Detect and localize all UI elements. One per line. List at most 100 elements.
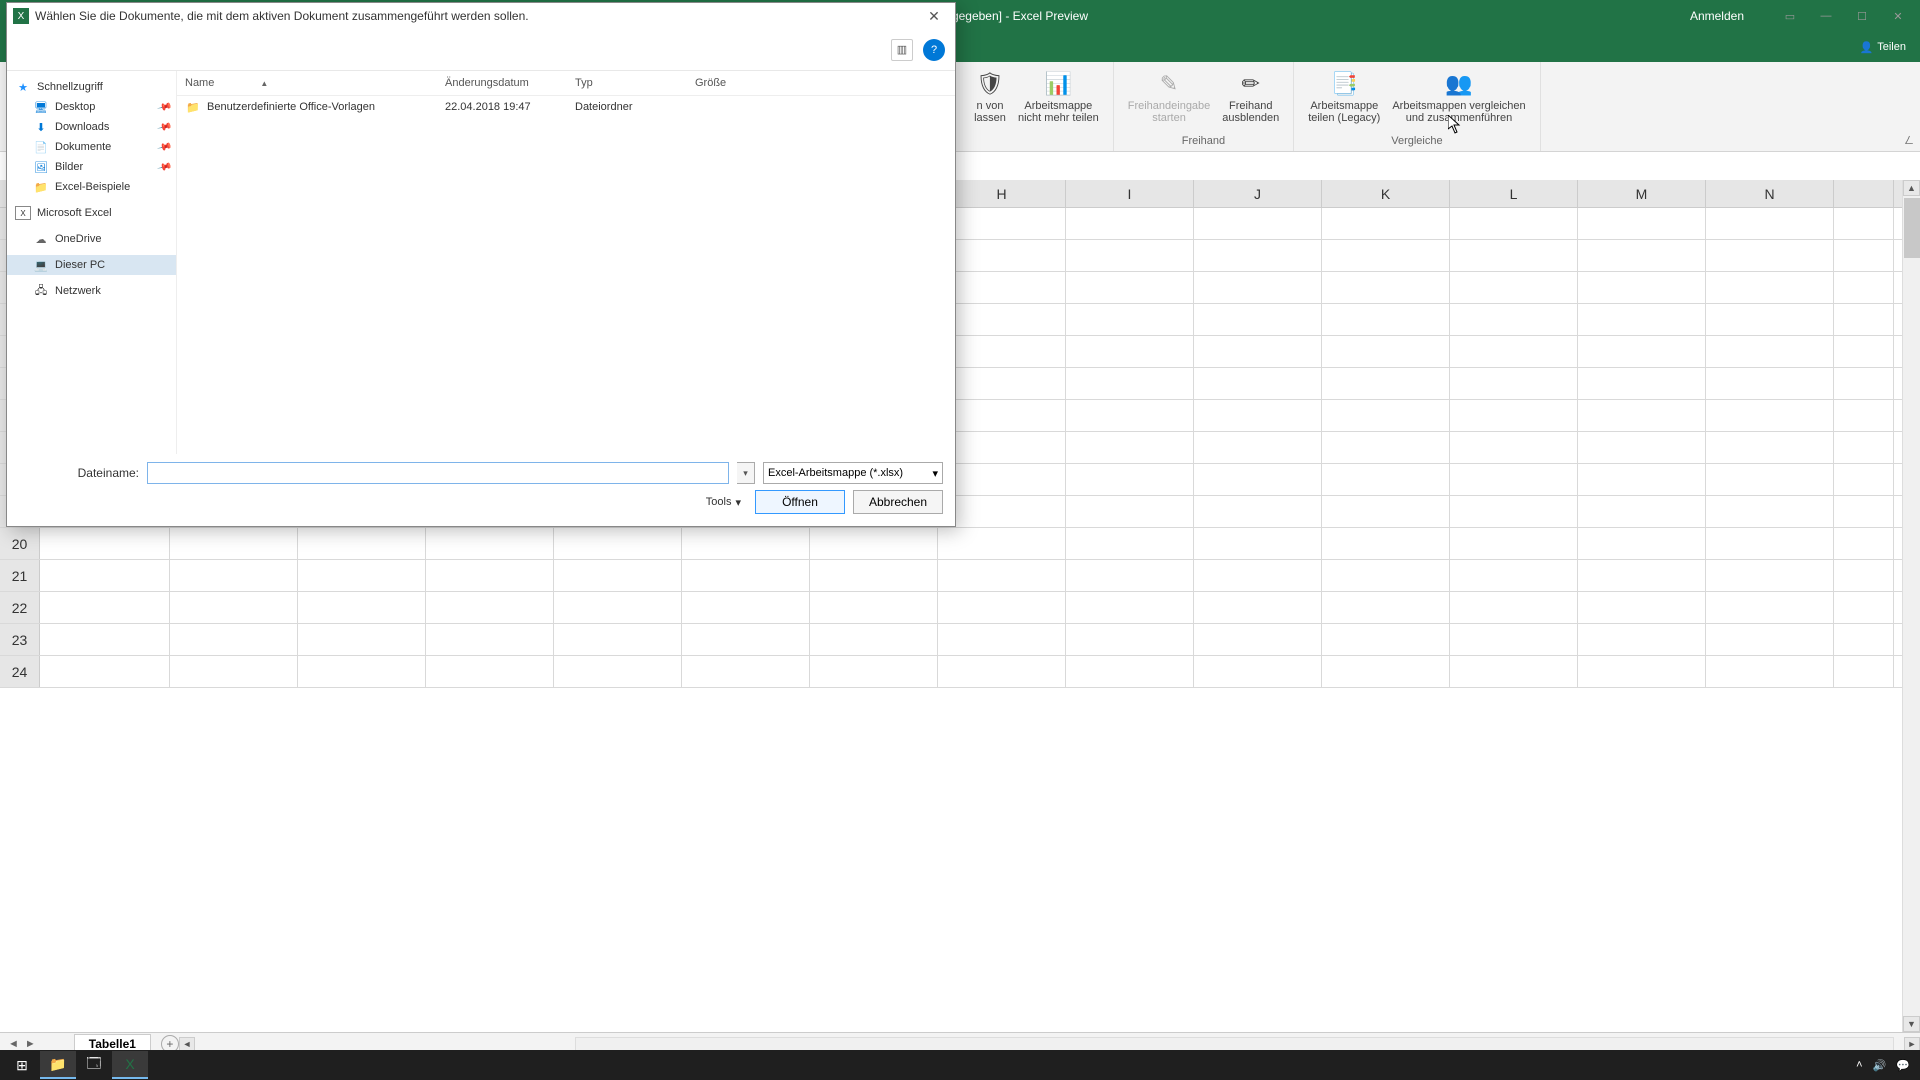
header-type[interactable]: Typ [575,77,695,89]
cell[interactable] [40,560,170,591]
cell[interactable] [938,464,1066,495]
taskbar-app[interactable]: 🗔 [76,1051,112,1079]
vertical-scrollbar[interactable]: ▲ ▼ [1902,180,1920,1032]
cell[interactable] [1450,624,1578,655]
cell[interactable] [1322,400,1450,431]
cell[interactable] [938,656,1066,687]
maximize-icon[interactable]: ☐ [1848,6,1876,26]
cell[interactable] [1066,624,1194,655]
cell[interactable] [1834,560,1894,591]
cell[interactable] [1322,208,1450,239]
cell[interactable] [1578,496,1706,527]
anmelden-link[interactable]: Anmelden [1690,9,1744,23]
cell[interactable] [1066,464,1194,495]
cell[interactable] [1834,400,1894,431]
cell[interactable] [1066,432,1194,463]
taskbar-explorer[interactable]: 📁 [40,1051,76,1079]
cell[interactable] [1322,432,1450,463]
scroll-up-icon[interactable]: ▲ [1903,180,1920,196]
header-name[interactable]: Name▲ [185,77,445,89]
cell[interactable] [938,496,1066,527]
cell[interactable] [1450,272,1578,303]
filename-input[interactable] [147,462,729,484]
cell[interactable] [938,240,1066,271]
tab-nav-next-icon[interactable]: ► [25,1038,36,1050]
cell[interactable] [1194,656,1322,687]
cell[interactable] [1450,368,1578,399]
cell[interactable] [938,432,1066,463]
cell[interactable] [938,592,1066,623]
cell[interactable] [1322,592,1450,623]
cell[interactable] [1450,592,1578,623]
cell[interactable] [1450,336,1578,367]
cell[interactable] [682,528,810,559]
cell[interactable] [170,656,298,687]
cell[interactable] [1578,272,1706,303]
cancel-button[interactable]: Abbrechen [853,490,943,514]
cell[interactable] [938,400,1066,431]
hscroll-right-icon[interactable]: ► [1904,1037,1920,1051]
cell[interactable] [1066,560,1194,591]
cell[interactable] [1706,368,1834,399]
cell[interactable] [1450,656,1578,687]
cell[interactable] [1834,304,1894,335]
cell[interactable] [1578,208,1706,239]
cell[interactable] [1706,592,1834,623]
taskbar-excel[interactable]: X [112,1051,148,1079]
row-header[interactable]: 23 [0,624,40,655]
cell[interactable] [1706,432,1834,463]
cell[interactable] [1322,304,1450,335]
teilen-legacy-button[interactable]: 📑 Arbeitsmappe teilen (Legacy) [1302,64,1386,128]
nav-excel-beispiele[interactable]: 📁Excel-Beispiele [7,177,176,197]
tray-chevron-icon[interactable]: ˄ [1856,1059,1862,1071]
cell[interactable] [1706,400,1834,431]
cell[interactable] [1194,432,1322,463]
cell[interactable] [1834,432,1894,463]
cell[interactable] [426,592,554,623]
cell[interactable] [40,528,170,559]
cell[interactable] [1066,496,1194,527]
cell[interactable] [554,656,682,687]
cell[interactable] [682,592,810,623]
nav-onedrive[interactable]: ☁OneDrive [7,229,176,249]
dialog-titlebar[interactable]: X Wählen Sie die Dokumente, die mit dem … [7,3,955,29]
nav-bilder[interactable]: 🖼Bilder📌 [7,157,176,177]
cell[interactable] [1834,624,1894,655]
cell[interactable] [1706,656,1834,687]
cell[interactable] [1322,240,1450,271]
scroll-down-icon[interactable]: ▼ [1903,1016,1920,1032]
cell[interactable] [938,560,1066,591]
cell[interactable] [1194,400,1322,431]
close-icon[interactable]: ✕ [1884,6,1912,26]
cell[interactable] [1706,336,1834,367]
cell[interactable] [1194,624,1322,655]
cell[interactable] [1194,208,1322,239]
cell[interactable] [682,656,810,687]
row-header[interactable]: 24 [0,656,40,687]
cell[interactable] [1194,464,1322,495]
tray-volume-icon[interactable]: 🔊 [1873,1059,1887,1072]
row-header[interactable]: 21 [0,560,40,591]
cell[interactable] [1706,560,1834,591]
tab-nav-prev-icon[interactable]: ◄ [8,1038,19,1050]
table-row[interactable]: 23 [0,624,1920,656]
cell[interactable] [938,336,1066,367]
scroll-thumb[interactable] [1904,198,1920,258]
cell[interactable] [1194,528,1322,559]
teilen-button[interactable]: 👤 Teilen [1860,41,1906,54]
cell[interactable] [1450,528,1578,559]
cell[interactable] [1194,496,1322,527]
cell[interactable] [1834,496,1894,527]
cell[interactable] [298,624,426,655]
cell[interactable] [170,624,298,655]
cell[interactable] [1194,560,1322,591]
col-J[interactable]: J [1194,180,1322,207]
cell[interactable] [1194,336,1322,367]
cell[interactable] [426,624,554,655]
cell[interactable] [1706,272,1834,303]
cell[interactable] [1322,368,1450,399]
cell[interactable] [1706,528,1834,559]
cell[interactable] [554,528,682,559]
cell[interactable] [1834,464,1894,495]
cell[interactable] [810,528,938,559]
